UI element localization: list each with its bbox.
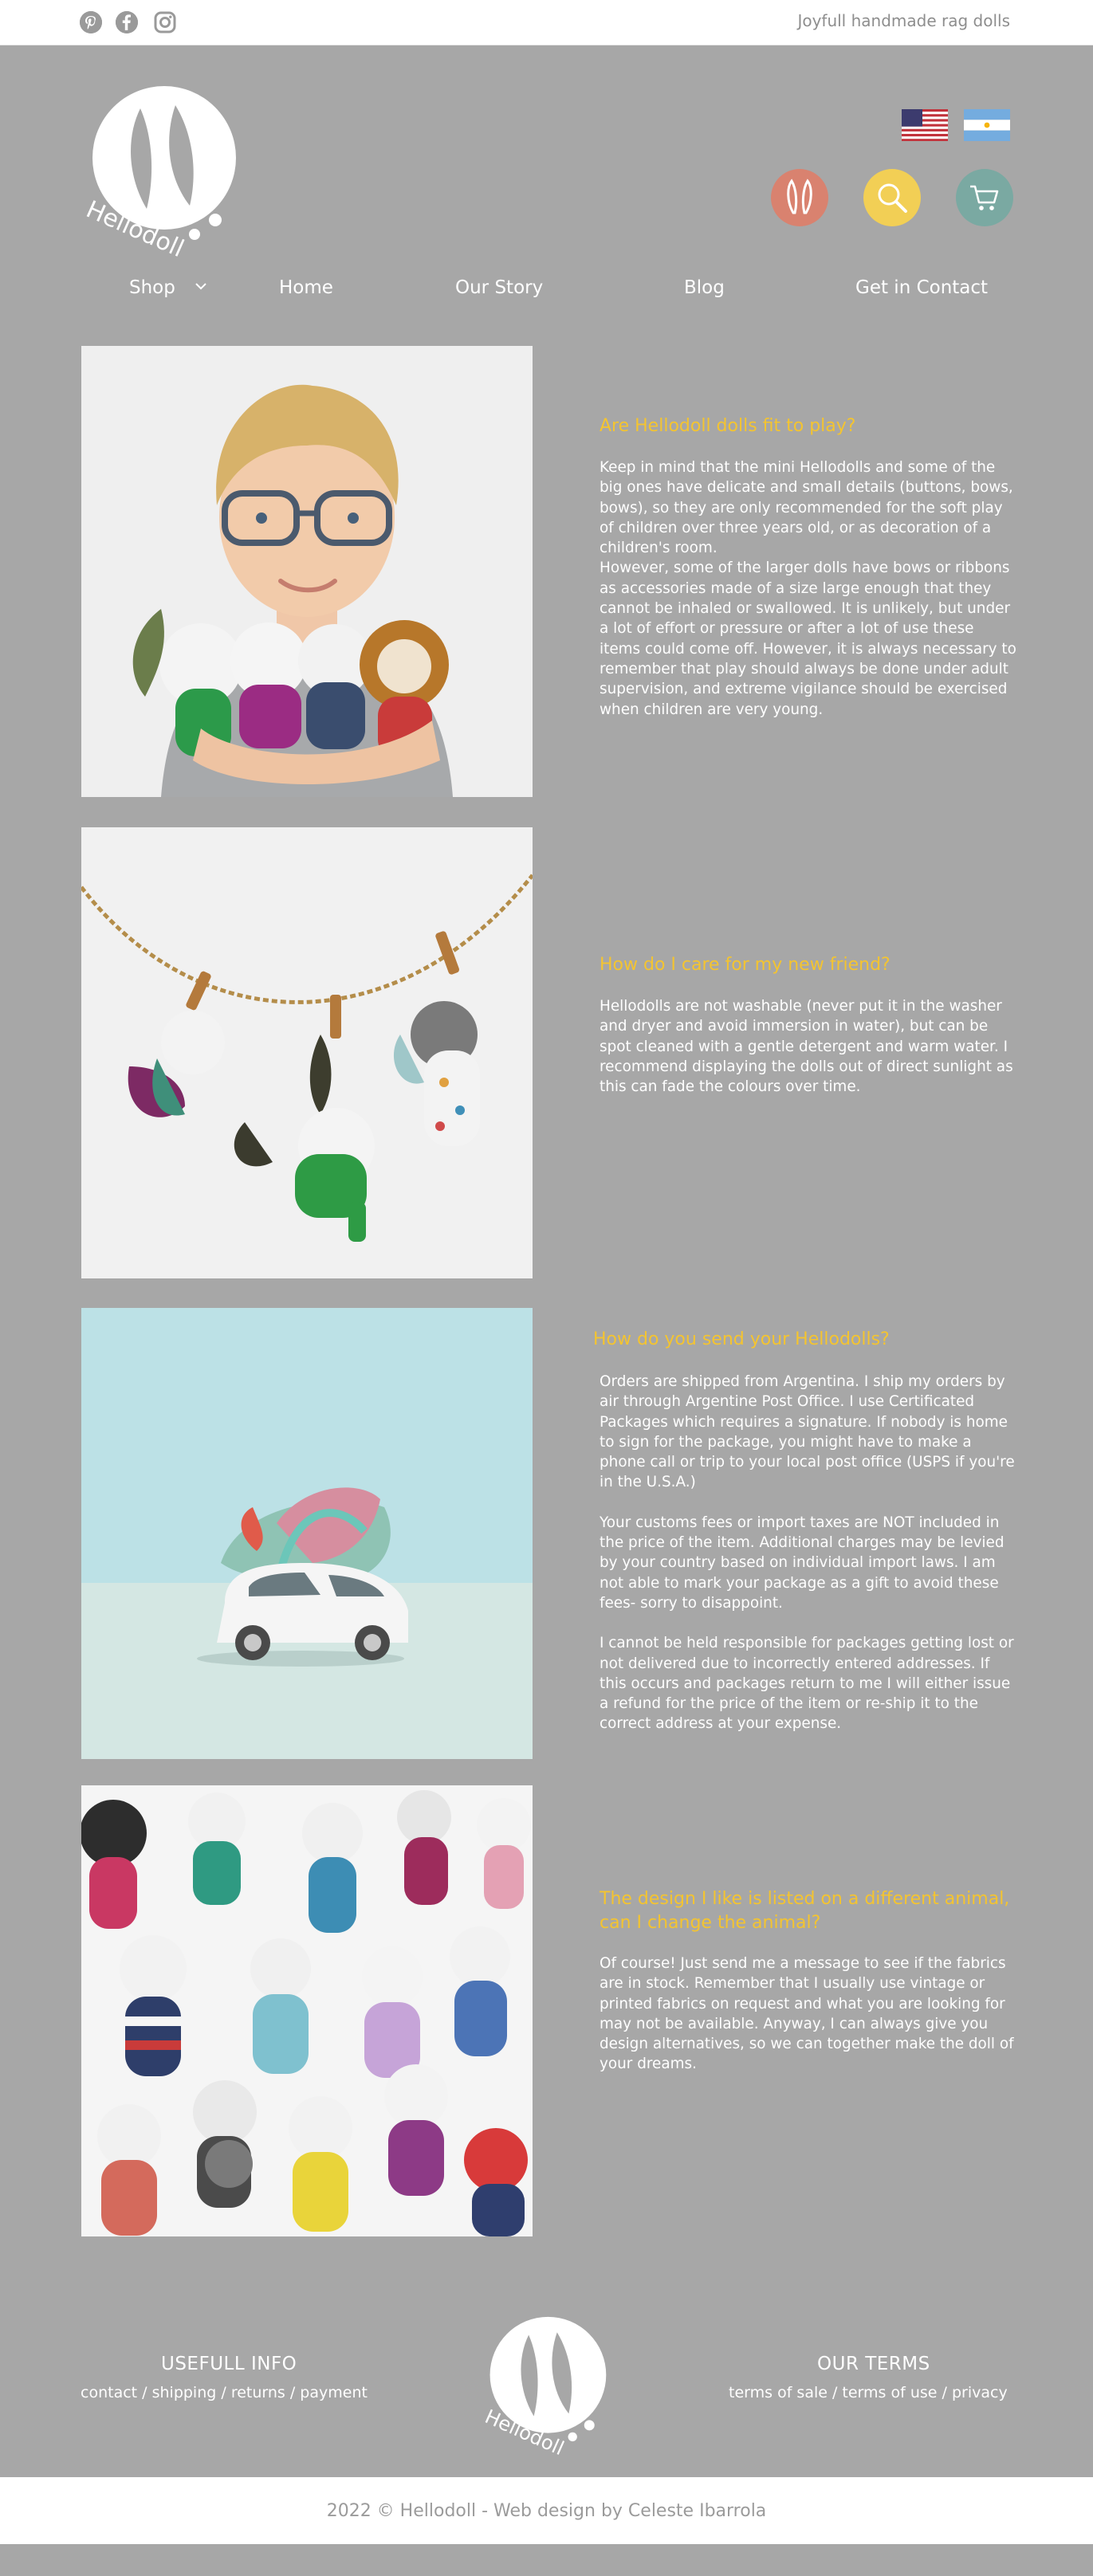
faq-title: The design I like is listed on a differe… [600,1889,1010,1933]
link-separator: / [937,2384,952,2401]
payment-link[interactable]: payment [300,2384,368,2401]
search-icon [878,183,907,213]
returns-link[interactable]: returns [231,2384,285,2401]
faq-answer: Orders are shipped from Argentina. I shi… [600,1372,1017,1734]
facebook-icon[interactable] [116,11,138,33]
car-with-doll-photo [81,1308,533,1759]
terms-of-sale-link[interactable]: terms of sale [729,2384,828,2401]
pinterest-icon[interactable] [80,11,102,33]
useful-info-links: contact / shipping / returns / payment [81,2384,368,2401]
faq-paragraph: I cannot be held responsible for package… [600,1635,1014,1733]
useful-info-heading: USEFULL INFO [161,2354,297,2374]
faq-paragraph: Your customs fees or import taxes are NO… [600,1514,1005,1612]
hellodoll-logo[interactable]: Hellodoll [78,73,246,263]
privacy-link[interactable]: privacy [952,2384,1008,2401]
link-separator: / [137,2384,152,2401]
footer-logo[interactable]: Hellodoll [478,2305,614,2460]
shipping-link[interactable]: shipping [152,2384,217,2401]
copyright-text: 2022 © Hellodoll - Web design by Celeste… [326,2500,767,2521]
chevron-down-icon[interactable] [195,281,207,292]
nav-shop[interactable]: Shop [129,277,175,298]
nav-home[interactable]: Home [279,277,333,298]
tagline: Joyfull handmade rag dolls [797,11,1010,30]
faq-title: How do you send your Hellodolls? [593,1329,890,1349]
faq-title: How do I care for my new friend? [600,955,891,975]
faq-paragraph: Hellodolls are not washable (never put i… [600,998,1013,1096]
boy-with-dolls-photo [81,346,533,797]
nav-blog[interactable]: Blog [684,277,725,298]
spanish-flag[interactable] [964,109,1010,141]
terms-of-use-link[interactable]: terms of use [842,2384,937,2401]
our-terms-links: terms of sale / terms of use / privacy [729,2384,1008,2401]
copyright-bar: 2022 © Hellodoll - Web design by Celeste… [0,2477,1093,2544]
faq-answer: Of course! Just send me a message to see… [600,1954,1017,2075]
our-terms-heading: OUR TERMS [817,2354,930,2374]
faq-paragraph: Of course! Just send me a message to see… [600,1955,1014,2073]
account-button[interactable] [771,169,828,226]
faq-paragraph: Orders are shipped from Argentina. I shi… [600,1373,1015,1491]
many-dolls-photo [81,1785,533,2236]
faq-paragraph: Keep in mind that the mini Hellodolls an… [600,459,1013,557]
nav-our-story[interactable]: Our Story [455,277,543,298]
faq-answer: Keep in mind that the mini Hellodolls an… [600,457,1017,720]
dolls-on-clothesline-photo [81,827,533,1278]
nav-get-in-contact[interactable]: Get in Contact [855,277,988,298]
english-flag[interactable] [902,109,948,141]
faq-paragraph: However, some of the larger dolls have b… [600,560,1016,718]
faq-title: Are Hellodoll dolls fit to play? [600,416,856,436]
cart-icon [970,185,999,210]
top-bar: Joyfull handmade rag dolls [0,0,1093,45]
contact-link[interactable]: contact [81,2384,137,2401]
bunny-ears-icon [787,179,812,214]
link-separator: / [827,2384,843,2401]
faq-answer: Hellodolls are not washable (never put i… [600,996,1017,1097]
search-button[interactable] [863,169,921,226]
instagram-icon[interactable] [154,11,176,33]
link-separator: / [216,2384,231,2401]
link-separator: / [285,2384,301,2401]
cart-button[interactable] [956,169,1013,226]
